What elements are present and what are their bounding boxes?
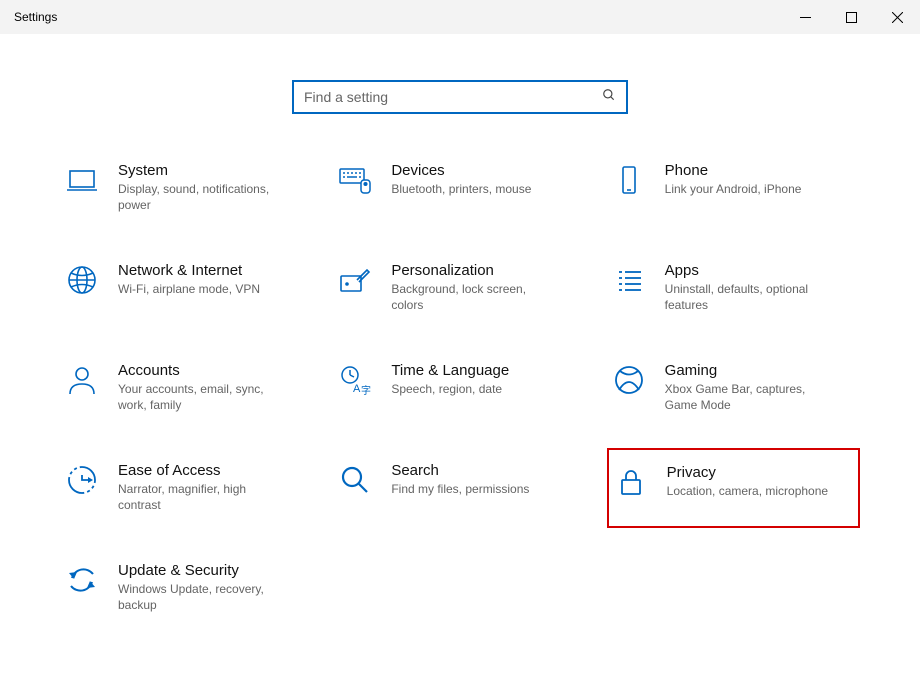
tile-time[interactable]: A字 Time & Language Speech, region, date	[333, 358, 586, 418]
tile-subtitle: Narrator, magnifier, high contrast	[118, 481, 288, 513]
titlebar: Settings	[0, 0, 920, 34]
tile-subtitle: Location, camera, microphone	[667, 483, 837, 499]
tile-accounts[interactable]: Accounts Your accounts, email, sync, work…	[60, 358, 313, 418]
tile-subtitle: Uninstall, defaults, optional features	[665, 281, 835, 313]
tile-subtitle: Wi-Fi, airplane mode, VPN	[118, 281, 288, 297]
brush-icon	[337, 262, 373, 298]
tile-search[interactable]: Search Find my files, permissions	[333, 458, 586, 518]
tile-text: Phone Link your Android, iPhone	[665, 162, 856, 197]
lock-icon	[613, 464, 649, 500]
maximize-button[interactable]	[828, 0, 874, 34]
tile-heading: Search	[391, 462, 582, 479]
tile-subtitle: Link your Android, iPhone	[665, 181, 835, 197]
tile-text: Search Find my files, permissions	[391, 462, 582, 497]
tile-subtitle: Find my files, permissions	[391, 481, 561, 497]
tile-heading: Network & Internet	[118, 262, 309, 279]
tile-subtitle: Windows Update, recovery, backup	[118, 581, 288, 613]
tile-subtitle: Bluetooth, printers, mouse	[391, 181, 561, 197]
tile-heading: Phone	[665, 162, 856, 179]
tile-text: Devices Bluetooth, printers, mouse	[391, 162, 582, 197]
tile-heading: Gaming	[665, 362, 856, 379]
tile-gaming[interactable]: Gaming Xbox Game Bar, captures, Game Mode	[607, 358, 860, 418]
ease-icon	[64, 462, 100, 498]
globe-icon	[64, 262, 100, 298]
phone-icon	[611, 162, 647, 198]
tile-text: Gaming Xbox Game Bar, captures, Game Mode	[665, 362, 856, 413]
tile-heading: Personalization	[391, 262, 582, 279]
tile-text: System Display, sound, notifications, pow…	[118, 162, 309, 213]
search-big-icon	[337, 462, 373, 498]
minimize-button[interactable]	[782, 0, 828, 34]
tile-devices[interactable]: Devices Bluetooth, printers, mouse	[333, 158, 586, 218]
tile-heading: Accounts	[118, 362, 309, 379]
tile-heading: Time & Language	[391, 362, 582, 379]
xbox-icon	[611, 362, 647, 398]
settings-grid: System Display, sound, notifications, pow…	[60, 158, 860, 618]
tile-subtitle: Xbox Game Bar, captures, Game Mode	[665, 381, 835, 413]
tile-system[interactable]: System Display, sound, notifications, pow…	[60, 158, 313, 218]
person-icon	[64, 362, 100, 398]
tile-heading: Ease of Access	[118, 462, 309, 479]
search-box[interactable]	[292, 80, 628, 114]
svg-text:A: A	[353, 383, 361, 395]
tile-text: Apps Uninstall, defaults, optional featur…	[665, 262, 856, 313]
tile-text: Personalization Background, lock screen, …	[391, 262, 582, 313]
tile-heading: Devices	[391, 162, 582, 179]
refresh-icon	[64, 562, 100, 598]
close-button[interactable]	[874, 0, 920, 34]
tile-subtitle: Background, lock screen, colors	[391, 281, 561, 313]
content: System Display, sound, notifications, pow…	[0, 34, 920, 618]
tile-ease[interactable]: Ease of Access Narrator, magnifier, high …	[60, 458, 313, 518]
search-input[interactable]	[304, 89, 602, 105]
tile-text: Update & Security Windows Update, recover…	[118, 562, 309, 613]
tile-phone[interactable]: Phone Link your Android, iPhone	[607, 158, 860, 218]
search-icon	[602, 88, 616, 107]
tile-text: Ease of Access Narrator, magnifier, high …	[118, 462, 309, 513]
tile-heading: Update & Security	[118, 562, 309, 579]
tile-text: Privacy Location, camera, microphone	[667, 464, 854, 499]
tile-text: Time & Language Speech, region, date	[391, 362, 582, 397]
tile-apps[interactable]: Apps Uninstall, defaults, optional featur…	[607, 258, 860, 318]
tile-text: Network & Internet Wi-Fi, airplane mode, …	[118, 262, 309, 297]
tile-heading: Apps	[665, 262, 856, 279]
tile-network[interactable]: Network & Internet Wi-Fi, airplane mode, …	[60, 258, 313, 318]
tile-update[interactable]: Update & Security Windows Update, recover…	[60, 558, 313, 618]
keyboard-icon	[337, 162, 373, 198]
tile-text: Accounts Your accounts, email, sync, work…	[118, 362, 309, 413]
tile-heading: System	[118, 162, 309, 179]
apps-icon	[611, 262, 647, 298]
time-lang-icon: A字	[337, 362, 373, 398]
tile-subtitle: Display, sound, notifications, power	[118, 181, 288, 213]
tile-privacy[interactable]: Privacy Location, camera, microphone	[607, 448, 860, 528]
svg-text:字: 字	[361, 384, 371, 396]
tile-personalization[interactable]: Personalization Background, lock screen, …	[333, 258, 586, 318]
window-title: Settings	[14, 10, 57, 24]
tile-subtitle: Your accounts, email, sync, work, family	[118, 381, 288, 413]
tile-subtitle: Speech, region, date	[391, 381, 561, 397]
tile-heading: Privacy	[667, 464, 854, 481]
laptop-icon	[64, 162, 100, 198]
